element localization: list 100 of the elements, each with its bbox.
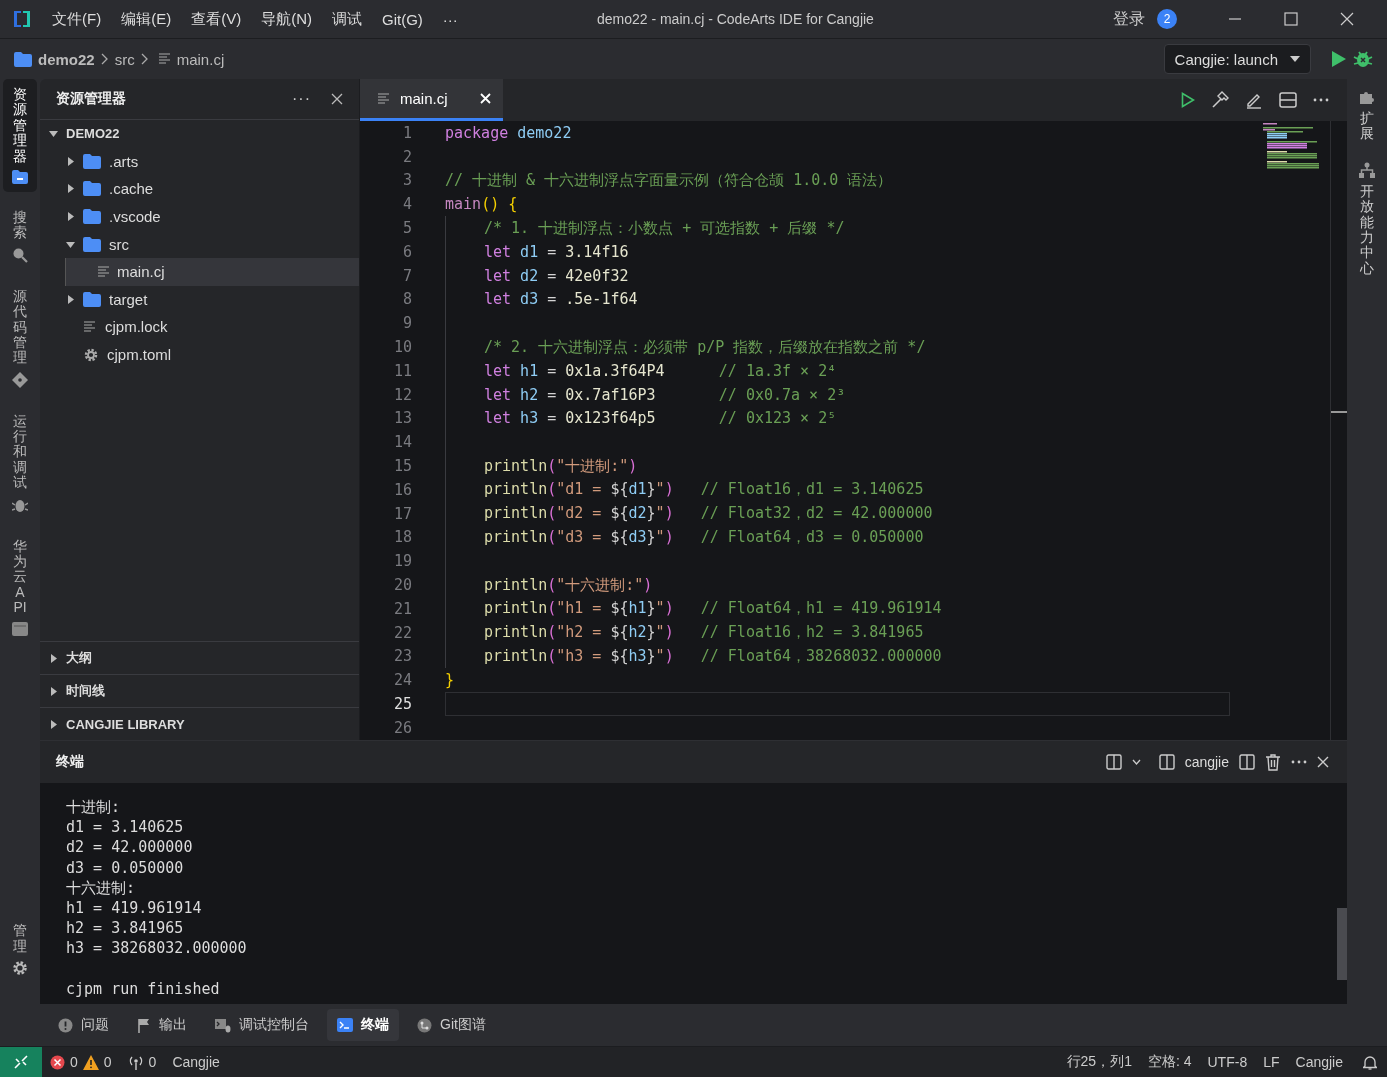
run-icon[interactable] (1331, 50, 1347, 68)
breadcrumb-item[interactable]: demo22 (38, 50, 95, 68)
status-item[interactable]: 空格: 4 (1147, 1053, 1192, 1071)
activity-tab[interactable]: 运行和调试 (3, 405, 37, 521)
panel-tab[interactable]: 调试控制台 (205, 1009, 319, 1041)
split-panel-icon[interactable] (1105, 754, 1122, 770)
scrollbar-thumb[interactable] (1337, 908, 1347, 980)
status-item[interactable]: LF (1263, 1054, 1280, 1070)
more-menu[interactable]: ··· (442, 10, 458, 28)
trash-icon[interactable] (1265, 753, 1281, 771)
tree-item[interactable]: .arts (40, 147, 359, 176)
terminal-output-line: 十六进制: (66, 877, 137, 898)
status-item[interactable]: 行25，列1 (1066, 1053, 1132, 1071)
tree-item[interactable]: .vscode (40, 202, 359, 231)
explorer-title: 资源管理器 (56, 90, 127, 108)
line-number: 2 (401, 147, 412, 166)
error-icon[interactable] (50, 1054, 65, 1070)
split-editor-icon[interactable] (1279, 92, 1297, 108)
editor-tab[interactable]: main.cj (360, 79, 503, 121)
activity-tab[interactable]: 源代码管理 (3, 280, 37, 396)
bell-icon[interactable] (1363, 1054, 1377, 1070)
menu-item[interactable]: 编辑(E) (121, 9, 172, 29)
language-status[interactable]: Cangjie (172, 1054, 220, 1070)
run-configuration-dropdown[interactable]: Cangjie: launch (1163, 44, 1311, 74)
section-title: 时间线 (66, 682, 105, 700)
code-line: let d2 = 42e0f32 (484, 266, 629, 285)
bug-icon[interactable] (1353, 49, 1373, 69)
more-menu[interactable]: ··· (292, 90, 311, 108)
close-icon[interactable] (1340, 12, 1354, 26)
tree-item-label: .arts (109, 152, 139, 170)
remote-button[interactable] (0, 1047, 42, 1077)
expand-arrow-icon[interactable] (66, 156, 75, 166)
warning-icon[interactable] (82, 1054, 99, 1070)
menu-item[interactable]: 查看(V) (191, 9, 242, 29)
tree-item[interactable]: main.cj (65, 257, 359, 286)
line-number: 21 (392, 599, 412, 618)
expand-arrow-icon[interactable] (66, 239, 75, 249)
collapsed-section[interactable]: 大纲 (40, 641, 359, 674)
git-graph-icon (417, 1017, 432, 1033)
panel-tab[interactable]: Git图谱 (407, 1009, 496, 1041)
error-count[interactable]: 0 (70, 1054, 78, 1070)
file-lines-icon (83, 320, 97, 333)
activity-tab[interactable]: 资源管理器 (3, 79, 37, 192)
antenna-icon[interactable] (127, 1054, 144, 1070)
status-item[interactable]: UTF-8 (1207, 1054, 1248, 1070)
expand-arrow-icon[interactable] (66, 212, 75, 222)
run-icon[interactable] (1181, 92, 1195, 108)
side-tab[interactable]: 扩展 (1359, 89, 1375, 142)
tree-item[interactable]: cjpm.toml (40, 340, 359, 369)
line-number: 22 (392, 623, 412, 642)
more-icon[interactable] (1291, 760, 1307, 764)
side-tab-label: 开放能力中心 (1360, 183, 1374, 277)
tree-item[interactable]: src (40, 230, 359, 258)
tree-item[interactable]: cjpm.lock (40, 313, 359, 341)
menu-item[interactable]: 导航(N) (261, 9, 312, 29)
menu-item[interactable]: 调试 (332, 9, 362, 29)
ports-count[interactable]: 0 (148, 1054, 157, 1070)
tree-item[interactable]: target (40, 285, 359, 314)
panel-tab-label: 调试控制台 (239, 1016, 309, 1034)
expand-arrow-icon[interactable] (66, 294, 75, 304)
expand-arrow-icon[interactable] (49, 653, 58, 663)
collapsed-section[interactable]: 时间线 (40, 674, 359, 707)
expand-arrow-icon[interactable] (49, 719, 58, 729)
expand-arrow-icon[interactable] (49, 129, 58, 139)
panel-tab[interactable]: 问题 (48, 1009, 119, 1041)
split-terminal-icon[interactable] (1239, 754, 1255, 770)
breadcrumb-item[interactable]: main.cj (176, 50, 225, 68)
notification-badge[interactable]: 2 (1157, 9, 1177, 29)
hammer-icon[interactable] (1211, 91, 1229, 109)
terminal-name[interactable]: cangjie (1184, 754, 1229, 770)
breadcrumb-item[interactable]: src (114, 50, 135, 68)
activity-tab[interactable]: 搜索 (3, 201, 37, 271)
code-line: // 十进制 & 十六进制浮点字面量示例（符合仓颉 1.0.0 语法） (445, 171, 893, 190)
panel-tab[interactable]: 终端 (327, 1009, 399, 1041)
more-icon[interactable] (1313, 98, 1329, 102)
expand-arrow-icon[interactable] (49, 686, 58, 696)
tab-label: main.cj (400, 90, 448, 107)
expand-arrow-icon[interactable] (66, 184, 75, 194)
terminal-output-line: h3 = 38268032.000000 (66, 938, 248, 959)
menu-item[interactable]: Git(G) (382, 10, 423, 28)
hierarchy-icon (1359, 161, 1375, 178)
panel-tab[interactable]: 输出 (127, 1009, 197, 1041)
maximize-icon[interactable] (1284, 12, 1298, 26)
menu-item[interactable]: 文件(F) (52, 9, 102, 29)
warning-count[interactable]: 0 (103, 1054, 112, 1070)
status-item[interactable]: Cangjie (1295, 1054, 1343, 1070)
panel-tab-label: 输出 (159, 1016, 187, 1034)
chevron-down-icon[interactable] (1131, 759, 1141, 765)
tree-item[interactable]: .cache (40, 175, 359, 203)
side-tab[interactable]: 开放能力中心 (1359, 161, 1375, 277)
close-icon[interactable] (331, 93, 343, 105)
login-link[interactable]: 登录 (1113, 8, 1145, 30)
line-number: 24 (392, 671, 412, 690)
project-name[interactable]: DEMO22 (66, 126, 120, 142)
activity-tab[interactable]: 华为云 API (3, 530, 37, 644)
close-icon[interactable] (1317, 756, 1329, 768)
chevron-right-icon (100, 53, 109, 65)
manage-tab[interactable]: 管理 (3, 915, 37, 984)
code-line: let d3 = .5e-1f64 (484, 290, 638, 309)
code-line: println("h3 = ${h3}") // Float64，38268032.000000 (484, 646, 942, 666)
